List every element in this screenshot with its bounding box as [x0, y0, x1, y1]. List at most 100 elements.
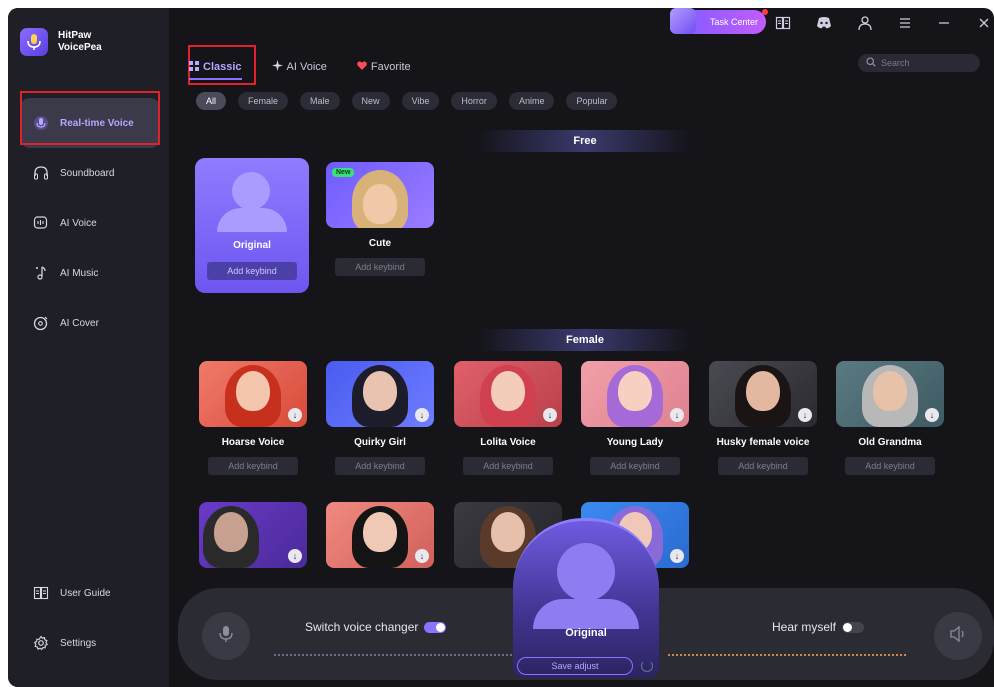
add-keybind-button[interactable]: Add keybind [207, 262, 297, 280]
book-icon [32, 584, 50, 602]
book-icon[interactable] [774, 14, 792, 32]
voice-card-young-lady[interactable]: ↓ Young Lady Add keybind [579, 361, 691, 475]
download-icon[interactable]: ↓ [543, 408, 557, 422]
add-keybind-button[interactable]: Add keybind [463, 457, 553, 475]
reset-icon[interactable] [641, 660, 653, 672]
voice-thumbnail: ↓ [199, 361, 307, 427]
add-keybind-button[interactable]: Add keybind [718, 457, 808, 475]
voice-thumbnail: ↓ [709, 361, 817, 427]
voice-card-old-grandma[interactable]: ↓ Old Grandma Add keybind [834, 361, 946, 475]
add-keybind-button[interactable]: Add keybind [208, 457, 298, 475]
notification-dot [762, 9, 768, 15]
new-badge: New [332, 168, 355, 177]
output-waveform [668, 654, 908, 656]
filter-chips: All Female Male New Vibe Horror Anime Po… [196, 92, 618, 110]
sidebar-item-ai-cover[interactable]: AI Cover [20, 298, 160, 348]
tab-ai-voice[interactable]: AI Voice [271, 52, 327, 82]
filter-chip-all[interactable]: All [196, 92, 227, 110]
search-input[interactable]: Search [858, 54, 980, 72]
switch-voice-changer-label: Switch voice changer [305, 620, 419, 634]
sidebar-bottom-nav: User Guide Settings [20, 568, 160, 668]
voice-thumbnail: ↓ [326, 361, 434, 427]
add-keybind-button[interactable]: Add keybind [590, 457, 680, 475]
filter-chip-vibe[interactable]: Vibe [401, 92, 440, 110]
download-icon[interactable]: ↓ [670, 549, 684, 563]
app-window: HitPaw VoicePea Real-time Voice Soundboa… [8, 8, 994, 687]
save-adjust-button[interactable]: Save adjust [517, 657, 633, 675]
top-bar: Task Center [169, 8, 994, 38]
tab-classic[interactable]: Classic [189, 52, 242, 82]
voice-card-cute[interactable]: New Cute Add keybind [324, 162, 436, 276]
voice-changer-toggle[interactable] [424, 621, 447, 633]
character-face [746, 371, 780, 411]
tab-label: AI Voice [286, 61, 327, 73]
section-header-free: Free [478, 130, 692, 152]
toggle-knob [436, 622, 446, 632]
sidebar-item-label: Soundboard [60, 167, 115, 179]
account-icon[interactable] [856, 14, 874, 32]
minimize-icon[interactable] [935, 14, 953, 32]
download-icon[interactable]: ↓ [670, 408, 684, 422]
avatar-placeholder-icon [557, 543, 615, 601]
sidebar-item-label: Settings [60, 637, 97, 649]
voice-name: Husky female voice [716, 437, 810, 448]
sidebar-item-label: AI Music [60, 267, 99, 279]
tab-label: Favorite [370, 61, 411, 73]
voice-card-row3-1[interactable]: ↓ [197, 502, 309, 568]
voice-card-hoarse-voice[interactable]: ↓ Hoarse Voice Add keybind [197, 361, 309, 475]
task-center-button[interactable]: Task Center [670, 8, 768, 34]
filter-chip-male[interactable]: Male [300, 92, 340, 110]
sidebar-item-settings[interactable]: Settings [20, 618, 160, 668]
voice-name: Cute [368, 238, 392, 249]
close-icon[interactable] [975, 14, 993, 32]
voice-card-quirky-girl[interactable]: ↓ Quirky Girl Add keybind [324, 361, 436, 475]
sidebar-item-soundboard[interactable]: Soundboard [20, 148, 160, 198]
hear-myself-label: Hear myself [772, 620, 837, 634]
speaker-button[interactable] [934, 612, 982, 660]
hear-myself-toggle[interactable] [842, 621, 865, 633]
app-name-line1: HitPaw [58, 30, 92, 41]
search-placeholder: Search [881, 58, 910, 68]
highlight-box-real-time-voice [20, 91, 160, 145]
voice-card-row3-2[interactable]: ↓ [324, 502, 436, 568]
sparkle-icon [271, 60, 283, 74]
voice-card-original[interactable]: Original Add keybind [195, 158, 309, 293]
download-icon[interactable]: ↓ [925, 408, 939, 422]
discord-icon[interactable] [815, 14, 833, 32]
sidebar-item-user-guide[interactable]: User Guide [20, 568, 160, 618]
avatar-placeholder-body [533, 599, 639, 629]
sidebar-item-ai-voice[interactable]: AI Voice [20, 198, 160, 248]
add-keybind-button[interactable]: Add keybind [845, 457, 935, 475]
switch-voice-changer: Switch voice changer [305, 620, 447, 634]
download-icon[interactable]: ↓ [415, 549, 429, 563]
add-keybind-button[interactable]: Add keybind [335, 457, 425, 475]
filter-chip-horror[interactable]: Horror [451, 92, 497, 110]
microphone-icon [218, 625, 234, 648]
voice-name: Young Lady [606, 437, 664, 448]
voice-card-lolita-voice[interactable]: ↓ Lolita Voice Add keybind [452, 361, 564, 475]
avatar-placeholder-icon [232, 172, 270, 210]
input-waveform [274, 654, 514, 656]
filter-chip-popular[interactable]: Popular [566, 92, 618, 110]
download-icon[interactable]: ↓ [288, 549, 302, 563]
sidebar-item-ai-music[interactable]: AI Music [20, 248, 160, 298]
tab-favorite[interactable]: Favorite [357, 52, 411, 82]
current-voice-panel: Original Save adjust [513, 518, 659, 678]
character-face [491, 512, 525, 552]
filter-chip-female[interactable]: Female [238, 92, 289, 110]
character-face [873, 371, 907, 411]
speaker-icon [949, 625, 967, 647]
add-keybind-button[interactable]: Add keybind [335, 258, 425, 276]
download-icon[interactable]: ↓ [288, 408, 302, 422]
filter-chip-new[interactable]: New [351, 92, 390, 110]
menu-icon[interactable] [896, 14, 914, 32]
task-center-label: Task Center [709, 17, 758, 27]
voice-card-husky-female-voice[interactable]: ↓ Husky female voice Add keybind [707, 361, 819, 475]
tab-label: Classic [203, 61, 242, 73]
sidebar-item-label: User Guide [60, 587, 111, 599]
sidebar-item-label: AI Voice [60, 217, 97, 229]
microphone-button[interactable] [202, 612, 250, 660]
download-icon[interactable]: ↓ [798, 408, 812, 422]
filter-chip-anime[interactable]: Anime [508, 92, 555, 110]
download-icon[interactable]: ↓ [415, 408, 429, 422]
